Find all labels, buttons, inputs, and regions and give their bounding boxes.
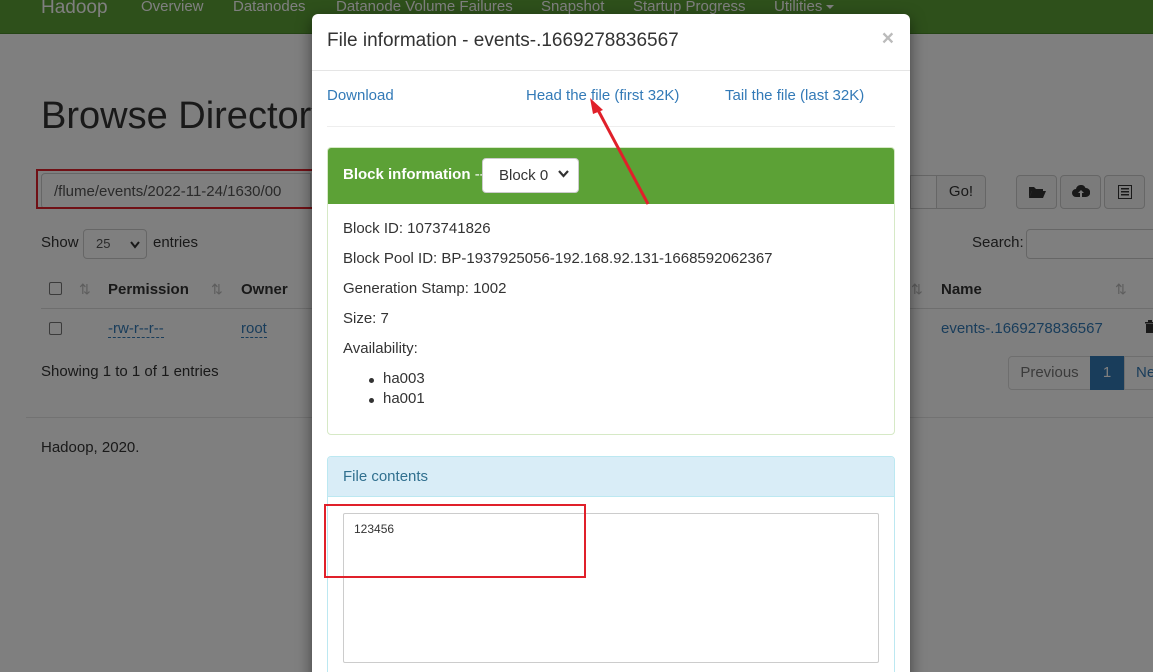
chevron-down-icon bbox=[558, 170, 569, 178]
block-id: Block ID: 1073741826 bbox=[343, 220, 491, 237]
availability-node: ha003 bbox=[383, 370, 425, 387]
generation-stamp: Generation Stamp: 1002 bbox=[343, 280, 507, 297]
block-select[interactable]: Block 0 bbox=[482, 158, 579, 193]
modal-header: File information - events-.1669278836567… bbox=[312, 14, 910, 71]
file-contents-heading: File contents bbox=[328, 457, 894, 497]
block-pool-id: Block Pool ID: BP-1937925056-192.168.92.… bbox=[343, 250, 773, 267]
download-link[interactable]: Download bbox=[327, 87, 394, 104]
contents-highlight-box bbox=[324, 504, 586, 578]
block-panel-heading: Block information -- Block 0 bbox=[328, 148, 894, 204]
block-panel-title: Block information -- bbox=[343, 166, 485, 183]
head-file-link[interactable]: Head the file (first 32K) bbox=[526, 87, 679, 104]
close-icon[interactable]: × bbox=[882, 28, 894, 49]
block-size: Size: 7 bbox=[343, 310, 389, 327]
availability-label: Availability: bbox=[343, 340, 418, 357]
block-panel-title-text: Block information bbox=[343, 166, 471, 183]
block-information-panel: Block information -- Block 0 Block ID: 1… bbox=[327, 147, 895, 435]
list-bullet bbox=[369, 398, 374, 403]
links-divider bbox=[327, 126, 895, 127]
tail-file-link[interactable]: Tail the file (last 32K) bbox=[725, 87, 864, 104]
modal-title: File information - events-.1669278836567 bbox=[327, 30, 679, 51]
block-select-value: Block 0 bbox=[499, 167, 549, 184]
list-bullet bbox=[369, 378, 374, 383]
availability-node: ha001 bbox=[383, 390, 425, 407]
file-contents-title: File contents bbox=[343, 468, 429, 485]
